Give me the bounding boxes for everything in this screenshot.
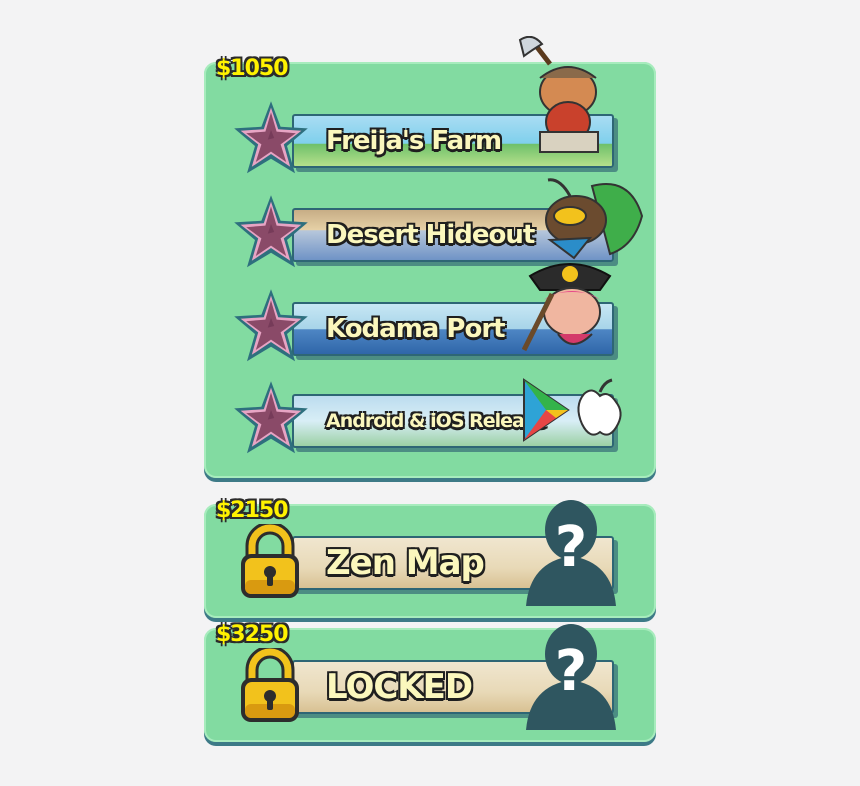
funding-goal: $1050 bbox=[216, 56, 289, 81]
mystery-silhouette-icon bbox=[516, 496, 626, 606]
reward-row-kodama-port[interactable]: Kodama Port bbox=[204, 263, 656, 370]
banner-label: Freija's Farm bbox=[326, 126, 502, 156]
star-icon bbox=[230, 192, 312, 272]
banner-label: Kodama Port bbox=[326, 314, 506, 344]
reward-tier-2150: $2150 Zen Map bbox=[204, 498, 656, 618]
reward-tier-3250: $3250 LOCKED bbox=[204, 622, 656, 742]
reward-row-zen-map[interactable]: Zen Map bbox=[204, 518, 656, 604]
pirate-girl-icon bbox=[522, 263, 612, 352]
mystery-silhouette-icon bbox=[516, 620, 626, 730]
lock-icon bbox=[238, 648, 302, 724]
star-icon bbox=[230, 378, 312, 458]
viking-warrior-icon bbox=[518, 36, 599, 153]
lock-icon bbox=[238, 524, 302, 600]
star-icon bbox=[230, 98, 312, 178]
banner-label: Desert Hideout bbox=[326, 220, 535, 250]
banner-label: Zen Map bbox=[326, 543, 485, 583]
beetle-bandit-icon bbox=[545, 178, 644, 260]
star-icon bbox=[230, 286, 312, 366]
app-store-logos-icon bbox=[523, 378, 622, 442]
reward-tier-1050: $1050 Freija's Farm Desert Hideout Kodam… bbox=[204, 36, 656, 478]
banner-label: Android & iOS Release bbox=[326, 410, 547, 432]
banner-label: LOCKED bbox=[326, 667, 473, 707]
reward-row-locked[interactable]: LOCKED bbox=[204, 642, 656, 728]
reward-row-freijas-farm[interactable]: Freija's Farm bbox=[204, 36, 656, 182]
reward-row-android-ios-release[interactable]: Android & iOS Release bbox=[204, 376, 656, 462]
